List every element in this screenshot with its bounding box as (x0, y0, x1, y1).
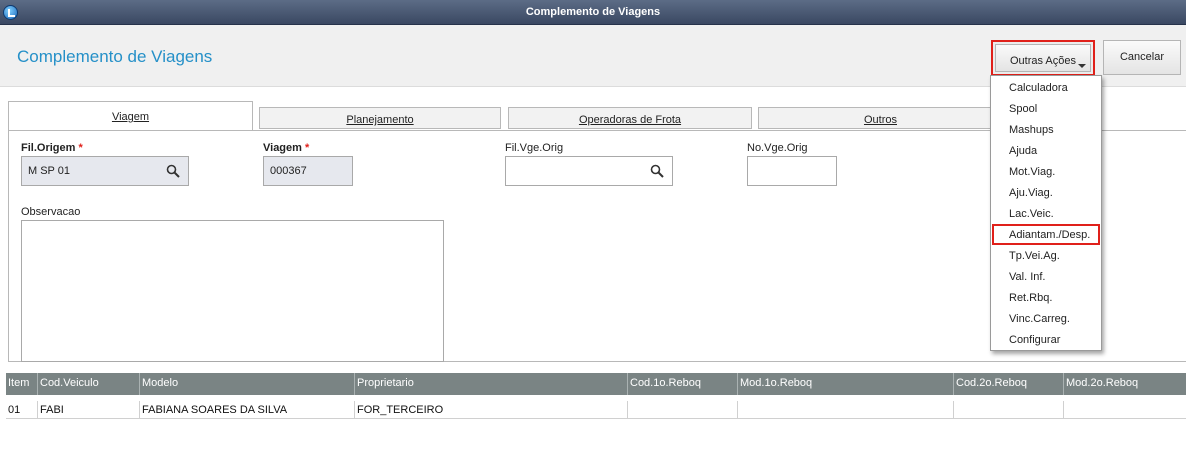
fil-origem-field[interactable]: M SP 01 (21, 156, 189, 186)
menu-item-tp-vei-ag[interactable]: Tp.Vei.Ag. (992, 245, 1100, 266)
tab-planejamento[interactable]: Planejamento (259, 107, 501, 129)
fil-vge-orig-label: Fil.Vge.Orig (505, 142, 564, 154)
fil-vge-orig-field[interactable] (505, 156, 673, 186)
page-title: Complemento de Viagens (17, 47, 213, 66)
table-row[interactable]: 01 FABI FABIANA SOARES DA SILVA FOR_TERC… (6, 401, 1186, 419)
tab-viagem[interactable]: Viagem (8, 101, 253, 131)
column-header-modelo[interactable]: Modelo (140, 373, 355, 395)
column-header-mod-2o-reboq[interactable]: Mod.2o.Reboq (1064, 373, 1186, 395)
menu-item-configurar[interactable]: Configurar (992, 329, 1100, 350)
menu-item-mot-viag[interactable]: Mot.Viag. (992, 161, 1100, 182)
observacao-textarea[interactable] (21, 220, 444, 362)
menu-item-lac-veic[interactable]: Lac.Veic. (992, 203, 1100, 224)
tab-label: Viagem (111, 111, 150, 123)
outras-acoes-button[interactable]: Outras Ações (991, 40, 1095, 76)
cell-mod-1o-reboq[interactable] (738, 401, 954, 419)
outras-acoes-menu: Calculadora Spool Mashups Ajuda Mot.Viag… (990, 75, 1102, 351)
outras-acoes-button-face[interactable]: Outras Ações (995, 44, 1091, 72)
window-titlebar: Complemento de Viagens (0, 0, 1186, 25)
search-icon[interactable] (650, 164, 664, 178)
observacao-label: Observacao (21, 206, 81, 218)
no-vge-orig-label: No.Vge.Orig (747, 142, 808, 154)
fil-origem-value: M SP 01 (28, 165, 70, 177)
menu-item-ajuda[interactable]: Ajuda (992, 140, 1100, 161)
viagem-value: 000367 (270, 165, 307, 177)
menu-item-calculadora[interactable]: Calculadora (992, 77, 1100, 98)
menu-item-spool[interactable]: Spool (992, 98, 1100, 119)
menu-item-ret-rbq[interactable]: Ret.Rbq. (992, 287, 1100, 308)
menu-item-vinc-carreg[interactable]: Vinc.Carreg. (992, 308, 1100, 329)
required-mark: * (305, 142, 310, 154)
tab-label: Planejamento (346, 114, 414, 126)
outras-acoes-label: Outras Ações (1009, 55, 1077, 67)
tab-outros[interactable]: Outros (758, 107, 1003, 129)
column-header-proprietario[interactable]: Proprietario (355, 373, 628, 395)
required-mark: * (78, 142, 83, 154)
cell-proprietario[interactable]: FOR_TERCEIRO (355, 401, 628, 419)
cell-cod-veiculo[interactable]: FABI (38, 401, 140, 419)
cancel-button[interactable]: Cancelar (1103, 40, 1181, 75)
grid-header: Item Cod.Veiculo Modelo Proprietario Cod… (6, 373, 1186, 395)
menu-item-adiantam-desp[interactable]: Adiantam./Desp. (992, 224, 1100, 245)
cell-cod-2o-reboq[interactable] (954, 401, 1064, 419)
column-header-cod-1o-reboq[interactable]: Cod.1o.Reboq (628, 373, 738, 395)
window-title: Complemento de Viagens (525, 6, 661, 18)
column-header-item[interactable]: Item (6, 373, 38, 395)
vehicles-grid: Item Cod.Veiculo Modelo Proprietario Cod… (6, 373, 1186, 461)
cell-modelo[interactable]: FABIANA SOARES DA SILVA (140, 401, 355, 419)
fil-origem-label-text: Fil.Origem (21, 142, 76, 154)
menu-item-aju-viag[interactable]: Aju.Viag. (992, 182, 1100, 203)
tab-label: Operadoras de Frota (578, 114, 682, 126)
cell-cod-1o-reboq[interactable] (628, 401, 738, 419)
menu-item-val-inf[interactable]: Val. Inf. (992, 266, 1100, 287)
viagem-label-text: Viagem (263, 142, 302, 154)
column-header-mod-1o-reboq[interactable]: Mod.1o.Reboq (738, 373, 954, 395)
column-header-cod-veiculo[interactable]: Cod.Veiculo (38, 373, 140, 395)
cell-item[interactable]: 01 (6, 401, 38, 419)
fil-origem-label: Fil.Origem * (21, 142, 83, 154)
tab-operadoras-de-frota[interactable]: Operadoras de Frota (508, 107, 752, 129)
search-icon[interactable] (166, 164, 180, 178)
no-vge-orig-field[interactable] (747, 156, 837, 186)
caret-down-icon (1078, 64, 1086, 68)
viagem-label: Viagem * (263, 142, 309, 154)
viagem-field[interactable]: 000367 (263, 156, 353, 186)
column-header-cod-2o-reboq[interactable]: Cod.2o.Reboq (954, 373, 1064, 395)
menu-item-mashups[interactable]: Mashups (992, 119, 1100, 140)
cell-mod-2o-reboq[interactable] (1064, 401, 1186, 419)
tab-label: Outros (863, 114, 897, 126)
